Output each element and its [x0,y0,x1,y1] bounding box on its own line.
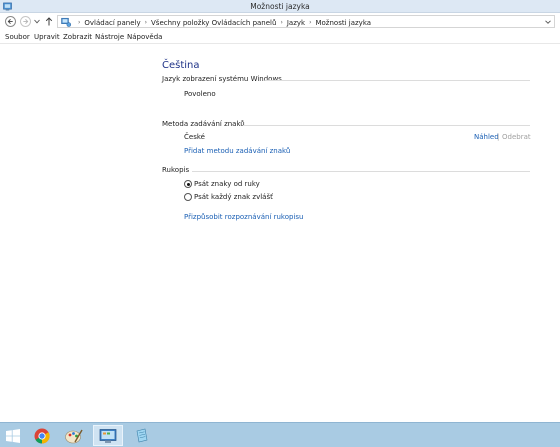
taskbar-notepad[interactable] [131,425,153,446]
back-button[interactable] [5,16,16,27]
menu-bar: Soubor Upravit Zobrazit Nástroje Nápověd… [0,30,560,44]
navigation-bar: › Ovládací panely › Všechny položky Ovlá… [0,13,560,30]
taskbar-paint[interactable] [63,425,85,446]
taskbar-chrome[interactable] [31,425,53,446]
back-arrow-icon [7,19,13,24]
menu-tools[interactable]: Nástroje [95,33,124,41]
window-title: Možnosti jazyka [250,2,310,11]
notepad-icon [136,428,148,442]
menu-edit[interactable]: Upravit [34,33,60,41]
menu-help[interactable]: Nápověda [127,33,162,41]
forward-arrow-icon [23,19,29,24]
section-heading-input-method: Metoda zadávání znaků [162,120,245,128]
paint-icon [65,429,83,443]
page-title: Čeština [162,60,200,71]
radio-freehand[interactable] [184,180,192,188]
radio-single-character-label[interactable]: Psát každý znak zvlášť [194,193,273,201]
add-input-method-link[interactable]: Přidat metodu zadávání znaků [184,147,290,155]
breadcrumb-item[interactable]: Jazyk [287,19,305,27]
breadcrumb-item[interactable]: Ovládací panely [84,19,140,27]
input-method-item: České [184,133,205,141]
menu-view[interactable]: Zobrazit [63,33,92,41]
chevron-right-icon: › [78,19,81,26]
windows-logo-icon [6,428,20,443]
radio-freehand-label[interactable]: Psát znaky od ruky [194,180,260,188]
address-bar[interactable]: › Ovládací panely › Všechny položky Ovlá… [57,15,555,28]
breadcrumb-item[interactable]: Všechny položky Ovládacích panelů [151,19,276,27]
control-panel-icon [61,17,71,27]
radio-single-character[interactable] [184,193,192,201]
chrome-icon [34,428,50,444]
section-divider [265,80,530,81]
remove-link[interactable]: Odebrat [502,133,531,141]
preview-link[interactable]: Náhled [474,133,499,141]
chevron-right-icon[interactable]: › [280,19,282,26]
section-divider [243,125,530,126]
taskbar [0,422,560,447]
up-arrow-icon[interactable] [45,17,53,26]
link-separator: | [497,133,500,141]
display-language-status: Povoleno [184,90,216,98]
menu-file[interactable]: Soubor [5,33,30,41]
breadcrumb-item[interactable]: Možnosti jazyka [315,19,371,27]
chevron-right-icon[interactable]: › [145,19,147,26]
forward-button[interactable] [20,16,31,27]
section-heading-handwriting: Rukopis [162,166,190,174]
start-button[interactable] [2,425,24,446]
chevron-right-icon[interactable]: › [309,19,311,26]
recent-locations-chevron-icon[interactable] [34,19,40,24]
main-content: Čeština Jazyk zobrazení systému Windows … [0,45,560,422]
title-bar: Možnosti jazyka [0,0,560,13]
section-divider [192,171,530,172]
taskbar-control-panel[interactable] [93,425,123,446]
section-heading-display-language: Jazyk zobrazení systému Windows [162,75,282,83]
customize-handwriting-link[interactable]: Přizpůsobit rozpoznávání rukopisu [184,213,303,221]
breadcrumb: › Ovládací panely › Všechny položky Ovlá… [74,17,371,28]
chevron-down-icon[interactable] [545,20,551,24]
control-panel-icon [99,428,117,443]
